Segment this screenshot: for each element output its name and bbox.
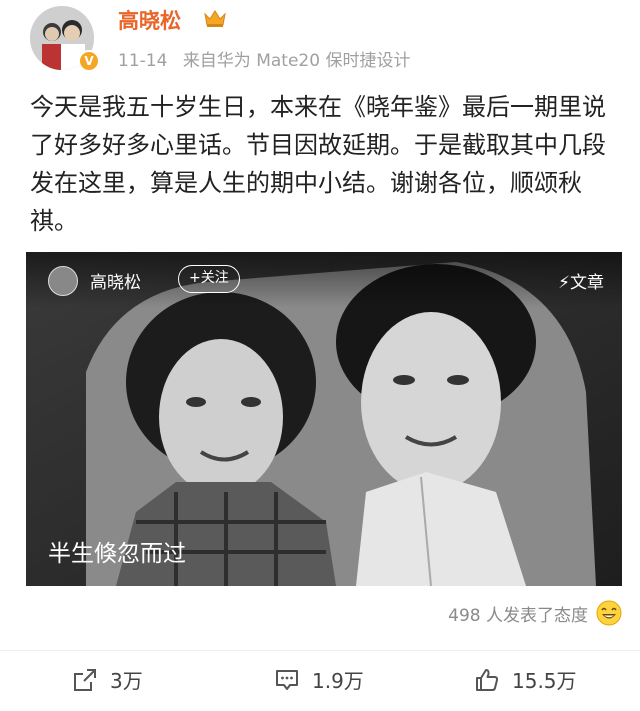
reactions-text: 498 人发表了态度 — [448, 605, 588, 626]
card-avatar[interactable] — [48, 266, 78, 296]
comment-count: 1.9万 — [312, 669, 364, 693]
like-button[interactable]: 15.5万 — [474, 665, 577, 694]
user-name[interactable]: 高晓松 — [118, 5, 181, 35]
comment-icon — [276, 669, 298, 690]
lightning-icon: ⚡ — [558, 273, 570, 293]
action-bar: 3万 1.9万 15.5万 — [0, 650, 640, 706]
share-icon — [74, 668, 96, 691]
thumbs-up-icon — [476, 668, 499, 691]
reactions-summary[interactable]: 498 人发表了态度 — [448, 600, 622, 626]
repost-count: 3万 — [110, 669, 143, 693]
post-text: 今天是我五十岁生日，本来在《晓年鉴》最后一期里说了好多好多心里话。节目因故延期。… — [30, 93, 606, 235]
verified-badge-icon: V — [78, 50, 100, 72]
comment-button[interactable]: 1.9万 — [274, 665, 364, 694]
laughing-emoji-icon — [596, 600, 622, 626]
article-card[interactable]: 高晓松 +关注 ⚡文章 半生倏忽而过 — [26, 252, 622, 586]
post-source[interactable]: 来自华为 Mate20 保时捷设计 — [183, 51, 411, 71]
card-caption: 半生倏忽而过 — [48, 541, 186, 567]
crown-icon — [204, 10, 226, 27]
card-author-name[interactable]: 高晓松 — [90, 268, 141, 293]
like-count: 15.5万 — [512, 669, 577, 693]
repost-button[interactable]: 3万 — [72, 665, 143, 694]
post-header: V 高晓松 11-14 来自华为 Mate20 保时捷设计 — [0, 0, 640, 80]
post-meta: 11-14 来自华为 Mate20 保时捷设计 — [118, 46, 420, 71]
avatar[interactable]: V — [30, 6, 100, 72]
follow-button[interactable]: +关注 — [178, 265, 240, 293]
article-label: ⚡文章 — [558, 268, 604, 293]
post-date: 11-14 — [118, 51, 168, 71]
article-label-text: 文章 — [570, 273, 604, 293]
